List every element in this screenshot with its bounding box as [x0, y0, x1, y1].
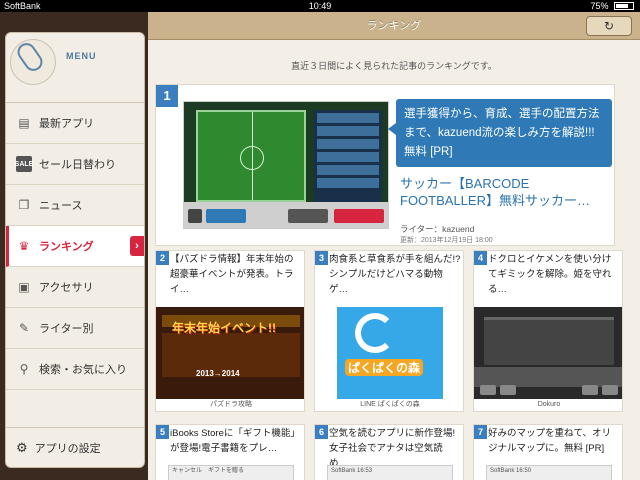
rank-badge: 6 — [315, 425, 328, 439]
menu-title: MENU — [66, 51, 97, 61]
menu-header: MENU — [6, 33, 144, 103]
sidebar-item-label: 検索・お気に入り — [39, 364, 127, 376]
game-toolbar — [184, 202, 388, 228]
battery-icon — [614, 2, 634, 10]
rank-badge: 5 — [156, 425, 169, 439]
pencil-icon: ✎ — [18, 321, 30, 335]
banner-year: 2013→2014 — [196, 369, 240, 378]
featured-summary: 選手獲得から、育成、選手の配置方法まで、kazuend流の楽しみ方を解説!!!無… — [388, 99, 612, 167]
card-thumbnail: SoftBank 16:53 — [327, 465, 453, 480]
card-title: ドクロとイケメンを使い分けてギミックを解除。姫を守れる… — [488, 254, 612, 295]
sidebar-item-label: ライター別 — [39, 323, 94, 335]
news-icon: ❐ — [18, 198, 30, 212]
ranking-card[interactable]: 2 【パズドラ情報】年末年始の超豪華イベントが発表。トライ… 年末年始イベント!… — [155, 250, 305, 412]
sidebar-item-search[interactable]: ⚲ 検索・お気に入り — [6, 349, 144, 390]
sidebar-item-label: 最新アプリ — [39, 118, 94, 130]
featured-thumbnail — [183, 101, 389, 229]
ranking-card[interactable]: 3 肉食系と草食系が手を組んだ!?シンプルだけどハマる動物ゲ… ぱくぱくの森 L… — [314, 250, 464, 412]
swirl-graphic — [355, 313, 395, 353]
chevron-right-icon: › — [130, 236, 144, 256]
sidebar: MENU ▤ 最新アプリ SALE セール日替わり ❐ ニュース ♛ ランキング… — [0, 12, 148, 480]
sidebar-item-news[interactable]: ❐ ニュース — [6, 185, 144, 226]
sidebar-item-writer[interactable]: ✎ ライター別 — [6, 308, 144, 349]
refresh-button[interactable]: ↻ — [586, 16, 632, 36]
banner-text: ぱくぱくの森 — [345, 359, 424, 376]
card-caption: Dokuro — [537, 401, 561, 408]
sidebar-item-ranking[interactable]: ♛ ランキング › — [6, 226, 144, 267]
writer-label: ライター：kazuend — [400, 224, 475, 234]
logo — [10, 39, 56, 85]
featured-title[interactable]: サッカー【BARCODE FOOTBALLER】無料サッカー… — [400, 175, 610, 209]
clock: 10:49 — [308, 1, 332, 11]
rank-badge: 2 — [156, 251, 169, 265]
card-caption: LINE ぱくぱくの森 — [360, 401, 420, 408]
ranking-description: 直近３日間によく見られた記事のランキングです。 — [291, 61, 497, 71]
sidebar-item-label: ニュース — [39, 200, 83, 212]
card-thumbnail — [474, 307, 622, 399]
sidebar-item-sale[interactable]: SALE セール日替わり — [6, 144, 144, 185]
paperclip-icon — [14, 39, 46, 75]
card-thumbnail: ぱくぱくの森 — [315, 307, 463, 399]
search-icon: ⚲ — [19, 362, 29, 376]
page-title: ランキング — [366, 20, 422, 32]
gear-icon: ⚙ — [16, 439, 28, 455]
ranking-card[interactable]: 7 好みのマップを重ねて、オリジナルマップに。無料 [PR] SoftBank … — [473, 424, 623, 480]
settings-button[interactable]: ⚙ アプリの設定 — [6, 427, 144, 467]
sidebar-item-label: ランキング — [39, 241, 94, 253]
sale-icon: SALE — [15, 156, 33, 172]
card-title: 【パズドラ情報】年末年始の超豪華イベントが発表。トライ… — [170, 254, 294, 295]
accessory-icon: ▣ — [18, 280, 30, 294]
sidebar-item-latest[interactable]: ▤ 最新アプリ — [6, 103, 144, 144]
sidebar-item-label: アクセサリ — [39, 282, 94, 294]
card-thumbnail: キャンセル ギフトを贈る — [168, 465, 294, 480]
player-list — [314, 110, 382, 202]
card-thumbnail: 年末年始イベント!! 2013→2014 — [156, 307, 304, 399]
status-bar: SoftBank 10:49 75% — [0, 0, 640, 12]
settings-label: アプリの設定 — [34, 442, 101, 455]
rank-badge: 3 — [315, 251, 328, 265]
rank-badge: 7 — [474, 425, 487, 439]
crown-icon: ♛ — [18, 239, 30, 253]
card-caption: パズドラ攻略 — [210, 401, 252, 408]
featured-article[interactable]: 1 選手獲得から、育成、選手の配置方法まで、kazuend流の楽しみ方を解説!!… — [155, 84, 615, 246]
ranking-card[interactable]: 4 ドクロとイケメンを使い分けてギミックを解除。姫を守れる… Dokuro — [473, 250, 623, 412]
battery-percent: 75% — [590, 1, 609, 11]
refresh-icon: ↻ — [603, 19, 615, 33]
main-content: ランキング ↻ 直近３日間によく見られた記事のランキングです。 1 選手獲得から… — [148, 12, 640, 480]
rank-badge: 1 — [156, 85, 178, 107]
card-title: 好みのマップを重ねて、オリジナルマップに。無料 [PR] — [488, 428, 612, 454]
navigation-bar: ランキング ↻ — [148, 12, 640, 40]
sidebar-item-label: セール日替わり — [39, 159, 116, 171]
battery-indicator: 75% — [590, 0, 634, 12]
ranking-card[interactable]: 5 iBooks Storeに「ギフト機能」が登場!電子書籍をプレ… キャンセル… — [155, 424, 305, 480]
card-thumbnail: SoftBank 16:50 — [486, 465, 612, 480]
card-title: 肉食系と草食系が手を組んだ!?シンプルだけどハマる動物ゲ… — [329, 254, 461, 295]
app-icon: ▤ — [18, 116, 30, 130]
soccer-field — [196, 110, 306, 202]
sidebar-panel: MENU ▤ 最新アプリ SALE セール日替わり ❐ ニュース ♛ ランキング… — [5, 32, 145, 468]
rank-badge: 4 — [474, 251, 487, 265]
updated-label: 更新：2013年12月19日 18:00 — [400, 237, 493, 244]
ranking-card[interactable]: 6 空気を読むアプリに新作登場!女子社会でアナタは空気読め… SoftBank … — [314, 424, 464, 480]
sidebar-item-accessory[interactable]: ▣ アクセサリ — [6, 267, 144, 308]
card-title: iBooks Storeに「ギフト機能」が登場!電子書籍をプレ… — [170, 428, 300, 454]
banner-text: 年末年始イベント!! — [172, 321, 276, 335]
